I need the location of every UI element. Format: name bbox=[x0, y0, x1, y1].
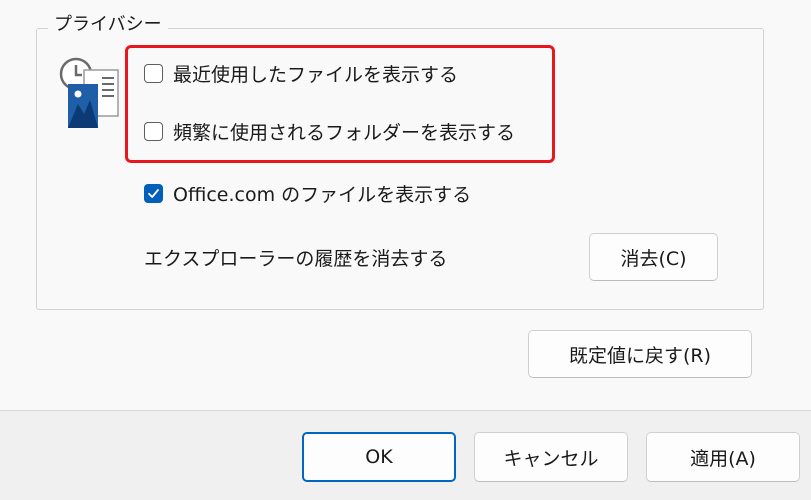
clear-button[interactable]: 消去(C) bbox=[589, 233, 718, 281]
checkmark-icon bbox=[148, 189, 159, 198]
clear-history-label: エクスプローラーの履歴を消去する bbox=[144, 248, 448, 270]
show-office-files-label: Office.com のファイルを表示する bbox=[173, 184, 472, 206]
recent-documents-icon bbox=[59, 57, 119, 128]
restore-defaults-button[interactable]: 既定値に戻す(R) bbox=[528, 330, 752, 378]
ok-button[interactable]: OK bbox=[302, 432, 456, 482]
checkbox-box[interactable] bbox=[144, 64, 163, 83]
show-frequent-folders-checkbox[interactable]: 頻繁に使用されるフォルダーを表示する bbox=[144, 118, 515, 145]
apply-button[interactable]: 適用(A) bbox=[646, 432, 800, 482]
cancel-button[interactable]: キャンセル bbox=[474, 432, 628, 482]
show-office-files-checkbox[interactable]: Office.com のファイルを表示する bbox=[144, 180, 471, 207]
show-recent-files-label: 最近使用したファイルを表示する bbox=[173, 64, 459, 86]
options-panel: プライバシー 最近使用したファイルを表示する 頻繁に使用されるフォルダーを表示す… bbox=[0, 0, 811, 411]
show-frequent-folders-label: 頻繁に使用されるフォルダーを表示する bbox=[173, 122, 516, 144]
checkbox-box[interactable] bbox=[144, 122, 163, 141]
checkbox-box-checked[interactable] bbox=[144, 184, 163, 203]
show-recent-files-checkbox[interactable]: 最近使用したファイルを表示する bbox=[144, 60, 458, 87]
privacy-group-title: プライバシー bbox=[48, 10, 168, 36]
